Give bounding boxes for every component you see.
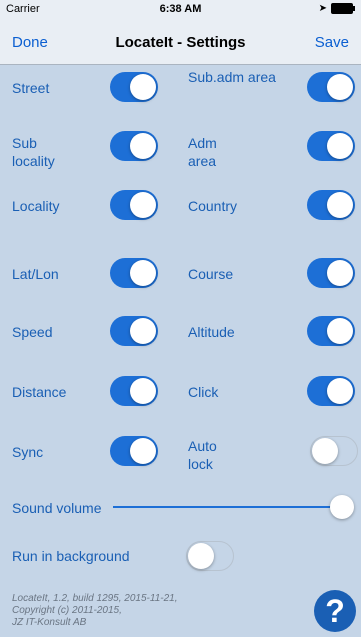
save-button[interactable]: Save bbox=[315, 34, 349, 51]
help-button[interactable]: ? bbox=[314, 590, 356, 632]
question-mark-icon: ? bbox=[325, 593, 345, 629]
run-in-background-label: Run in background bbox=[12, 548, 130, 564]
sub-locality-label: Sub locality bbox=[12, 135, 55, 169]
locality-switch[interactable] bbox=[110, 190, 158, 220]
run-in-background-switch[interactable] bbox=[186, 541, 234, 571]
speed-switch[interactable] bbox=[110, 316, 158, 346]
course-label: Course bbox=[188, 266, 234, 282]
adm-area-label: Adm area bbox=[188, 135, 217, 169]
altitude-label: Altitude bbox=[188, 324, 235, 340]
distance-switch[interactable] bbox=[110, 376, 158, 406]
locality-label: Locality bbox=[12, 198, 60, 214]
course-switch[interactable] bbox=[307, 258, 355, 288]
sound-volume-label: Sound volume bbox=[12, 500, 102, 516]
sound-volume-track[interactable] bbox=[113, 506, 341, 508]
page-title: LocateIt - Settings bbox=[115, 34, 246, 51]
clock: 6:38 AM bbox=[159, 3, 202, 15]
click-label: Click bbox=[188, 384, 219, 400]
status-right: ➤ bbox=[318, 3, 355, 14]
company-line: JZ IT-Konsult AB bbox=[12, 617, 87, 628]
sub-locality-switch[interactable] bbox=[110, 131, 158, 161]
auto-lock-switch[interactable] bbox=[310, 436, 358, 466]
street-switch[interactable] bbox=[110, 72, 158, 102]
version-line: LocateIt, 1.2, build 1295, 2015-11-21, bbox=[12, 593, 178, 604]
auto-lock-label: Auto lock bbox=[188, 438, 217, 472]
nav-bar: Done LocateIt - Settings Save bbox=[0, 20, 361, 65]
lat-lon-label: Lat/Lon bbox=[12, 266, 59, 282]
copyright-line: Copyright (c) 2011-2015, bbox=[12, 605, 122, 616]
sound-volume-thumb[interactable] bbox=[330, 495, 354, 519]
sync-switch[interactable] bbox=[110, 436, 158, 466]
lat-lon-switch[interactable] bbox=[110, 258, 158, 288]
sync-label: Sync bbox=[12, 444, 44, 460]
sub-adm-area-label: Sub.adm area bbox=[188, 69, 276, 85]
altitude-switch[interactable] bbox=[307, 316, 355, 346]
speed-label: Speed bbox=[12, 324, 53, 340]
street-label: Street bbox=[12, 80, 50, 96]
click-switch[interactable] bbox=[307, 376, 355, 406]
sub-adm-area-switch[interactable] bbox=[307, 72, 355, 102]
status-bar: Carrier 6:38 AM ➤ bbox=[0, 0, 361, 20]
distance-label: Distance bbox=[12, 384, 67, 400]
country-label: Country bbox=[188, 198, 238, 214]
battery-icon bbox=[331, 3, 355, 14]
adm-area-switch[interactable] bbox=[307, 131, 355, 161]
country-switch[interactable] bbox=[307, 190, 355, 220]
version-info: LocateIt, 1.2, build 1295, 2015-11-21, C… bbox=[12, 593, 272, 629]
location-arrow-icon: ➤ bbox=[318, 3, 327, 14]
